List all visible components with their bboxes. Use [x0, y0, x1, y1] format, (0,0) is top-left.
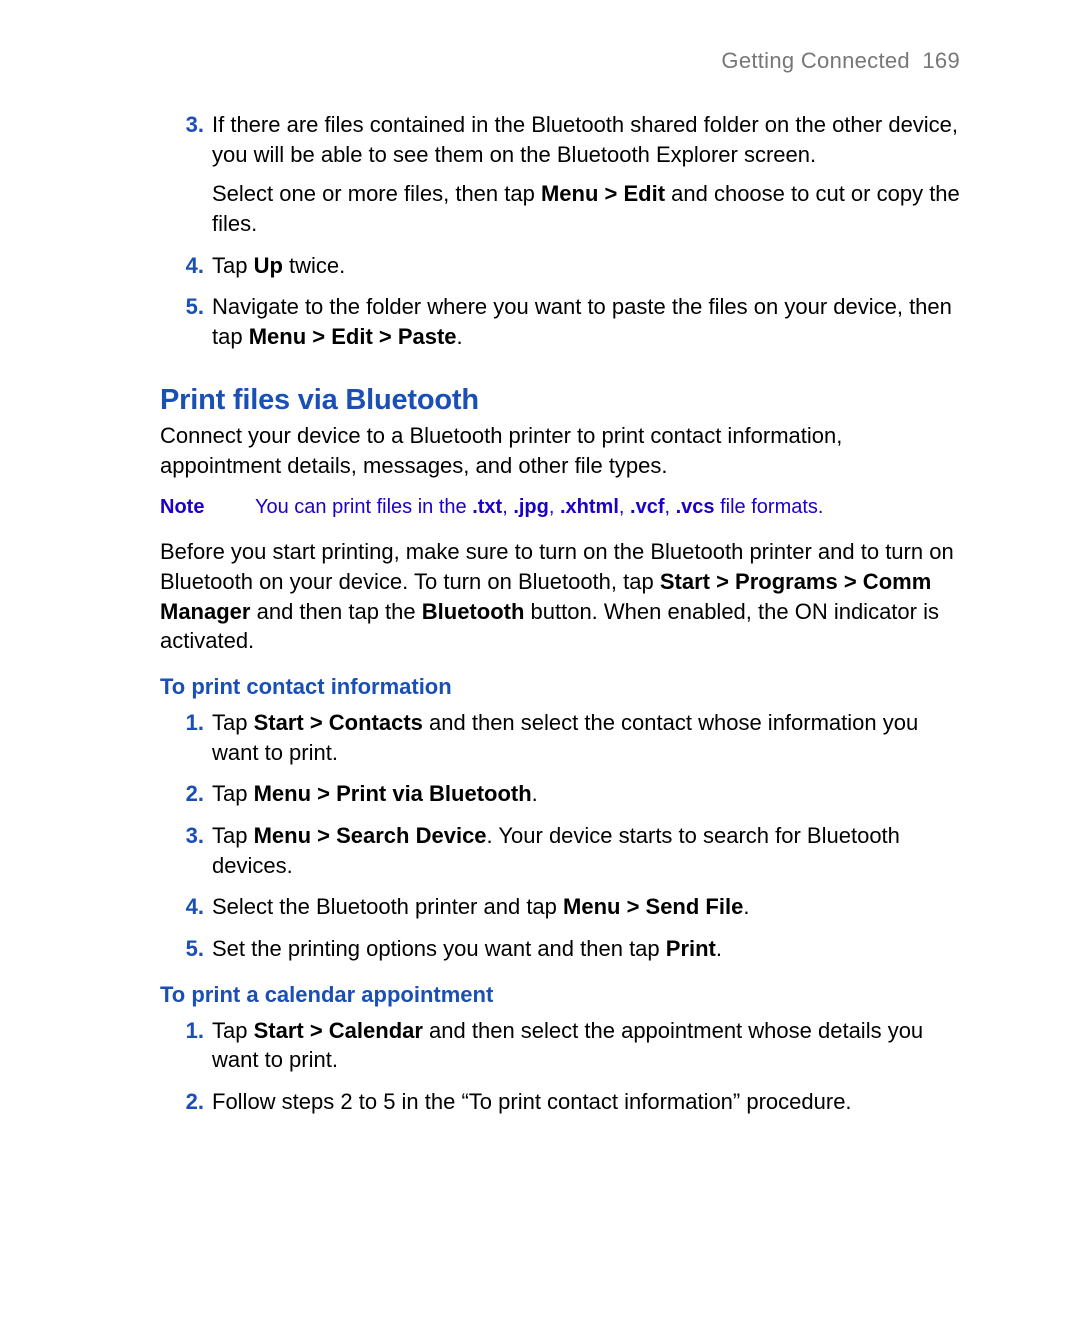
- note-text: You can print files in the .txt, .jpg, .…: [255, 496, 823, 519]
- bold-run: Menu > Send File: [563, 894, 743, 919]
- step-text: Tap Up twice.: [212, 251, 960, 281]
- step-number: 3.: [160, 110, 212, 140]
- step-paragraph: Tap Start > Calendar and then select the…: [212, 1016, 960, 1075]
- text-run: .: [743, 894, 749, 919]
- step-text: Tap Menu > Search Device. Your device st…: [212, 821, 960, 880]
- text-run: You can print files in the: [255, 496, 472, 518]
- step-text: Tap Menu > Print via Bluetooth.: [212, 779, 960, 809]
- sub-title-contact: To print contact information: [160, 674, 960, 700]
- bold-run: Start > Contacts: [254, 710, 423, 735]
- contact-step-list: 1.Tap Start > Contacts and then select t…: [160, 708, 960, 964]
- text-run: If there are files contained in the Blue…: [212, 112, 958, 167]
- section-intro: Connect your device to a Bluetooth print…: [160, 421, 960, 480]
- step-number: 1.: [160, 1016, 212, 1046]
- list-item: 2.Tap Menu > Print via Bluetooth.: [160, 779, 960, 809]
- bold-run: Menu > Edit > Paste: [249, 324, 457, 349]
- step-paragraph: Tap Menu > Print via Bluetooth.: [212, 779, 960, 809]
- step-paragraph: Tap Up twice.: [212, 251, 960, 281]
- text-run: Select the Bluetooth printer and tap: [212, 894, 563, 919]
- list-item: 3.If there are files contained in the Bl…: [160, 110, 960, 239]
- list-item: 5.Navigate to the folder where you want …: [160, 292, 960, 351]
- text-run: ,: [664, 496, 675, 518]
- bold-run: .xhtml: [560, 496, 619, 518]
- bold-run: Menu > Search Device: [254, 823, 487, 848]
- step-text: Tap Start > Contacts and then select the…: [212, 708, 960, 767]
- bold-run: Bluetooth: [422, 599, 525, 624]
- text-run: Select one or more files, then tap: [212, 181, 541, 206]
- before-print-paragraph: Before you start printing, make sure to …: [160, 537, 960, 656]
- step-paragraph: Navigate to the folder where you want to…: [212, 292, 960, 351]
- bold-run: .txt: [472, 496, 502, 518]
- step-number: 5.: [160, 934, 212, 964]
- text-run: Tap: [212, 823, 254, 848]
- step-text: Set the printing options you want and th…: [212, 934, 960, 964]
- step-text: Select the Bluetooth printer and tap Men…: [212, 892, 960, 922]
- text-run: ,: [502, 496, 513, 518]
- text-run: and then tap the: [250, 599, 421, 624]
- bold-run: .vcf: [630, 496, 664, 518]
- step-text: Navigate to the folder where you want to…: [212, 292, 960, 351]
- step-paragraph: Tap Menu > Search Device. Your device st…: [212, 821, 960, 880]
- list-item: 4.Tap Up twice.: [160, 251, 960, 281]
- page-header: Getting Connected 169: [160, 48, 960, 74]
- step-text: Follow steps 2 to 5 in the “To print con…: [212, 1087, 960, 1117]
- list-item: 5.Set the printing options you want and …: [160, 934, 960, 964]
- list-item: 3.Tap Menu > Search Device. Your device …: [160, 821, 960, 880]
- text-run: .: [716, 936, 722, 961]
- text-run: file formats.: [715, 496, 824, 518]
- section-title: Print files via Bluetooth: [160, 384, 960, 417]
- step-number: 2.: [160, 1087, 212, 1117]
- text-run: twice.: [283, 253, 345, 278]
- step-paragraph: Select the Bluetooth printer and tap Men…: [212, 892, 960, 922]
- text-run: .: [457, 324, 463, 349]
- step-paragraph: Follow steps 2 to 5 in the “To print con…: [212, 1087, 960, 1117]
- step-paragraph: Tap Start > Contacts and then select the…: [212, 708, 960, 767]
- list-item: 2.Follow steps 2 to 5 in the “To print c…: [160, 1087, 960, 1117]
- bold-run: Print: [666, 936, 716, 961]
- bold-run: Start > Calendar: [254, 1018, 423, 1043]
- list-item: 1.Tap Start > Calendar and then select t…: [160, 1016, 960, 1075]
- sub-title-calendar: To print a calendar appointment: [160, 982, 960, 1008]
- text-run: .: [532, 781, 538, 806]
- step-number: 4.: [160, 251, 212, 281]
- intro-step-list: 3.If there are files contained in the Bl…: [160, 110, 960, 352]
- bold-run: Menu > Print via Bluetooth: [254, 781, 532, 806]
- step-number: 1.: [160, 708, 212, 738]
- text-run: ,: [619, 496, 630, 518]
- step-text: Tap Start > Calendar and then select the…: [212, 1016, 960, 1075]
- step-number: 2.: [160, 779, 212, 809]
- list-item: 4.Select the Bluetooth printer and tap M…: [160, 892, 960, 922]
- text-run: Set the printing options you want and th…: [212, 936, 666, 961]
- step-number: 5.: [160, 292, 212, 322]
- step-paragraph: Set the printing options you want and th…: [212, 934, 960, 964]
- bold-run: Up: [254, 253, 283, 278]
- step-text: If there are files contained in the Blue…: [212, 110, 960, 239]
- step-paragraph: If there are files contained in the Blue…: [212, 110, 960, 169]
- text-run: Tap: [212, 710, 254, 735]
- chapter-title: Getting Connected: [721, 48, 910, 73]
- document-page: Getting Connected 169 3.If there are fil…: [0, 0, 1080, 1189]
- step-number: 3.: [160, 821, 212, 851]
- text-run: Follow steps 2 to 5 in the “To print con…: [212, 1089, 852, 1114]
- note-label: Note: [160, 496, 255, 519]
- bold-run: .jpg: [513, 496, 549, 518]
- calendar-step-list: 1.Tap Start > Calendar and then select t…: [160, 1016, 960, 1117]
- step-number: 4.: [160, 892, 212, 922]
- list-item: 1.Tap Start > Contacts and then select t…: [160, 708, 960, 767]
- text-run: ,: [549, 496, 560, 518]
- bold-run: .vcs: [676, 496, 715, 518]
- bold-run: Menu > Edit: [541, 181, 665, 206]
- page-number: 169: [922, 48, 960, 73]
- step-paragraph: Select one or more files, then tap Menu …: [212, 179, 960, 238]
- text-run: Tap: [212, 1018, 254, 1043]
- note-block: Note You can print files in the .txt, .j…: [160, 496, 960, 519]
- text-run: Tap: [212, 781, 254, 806]
- text-run: Tap: [212, 253, 254, 278]
